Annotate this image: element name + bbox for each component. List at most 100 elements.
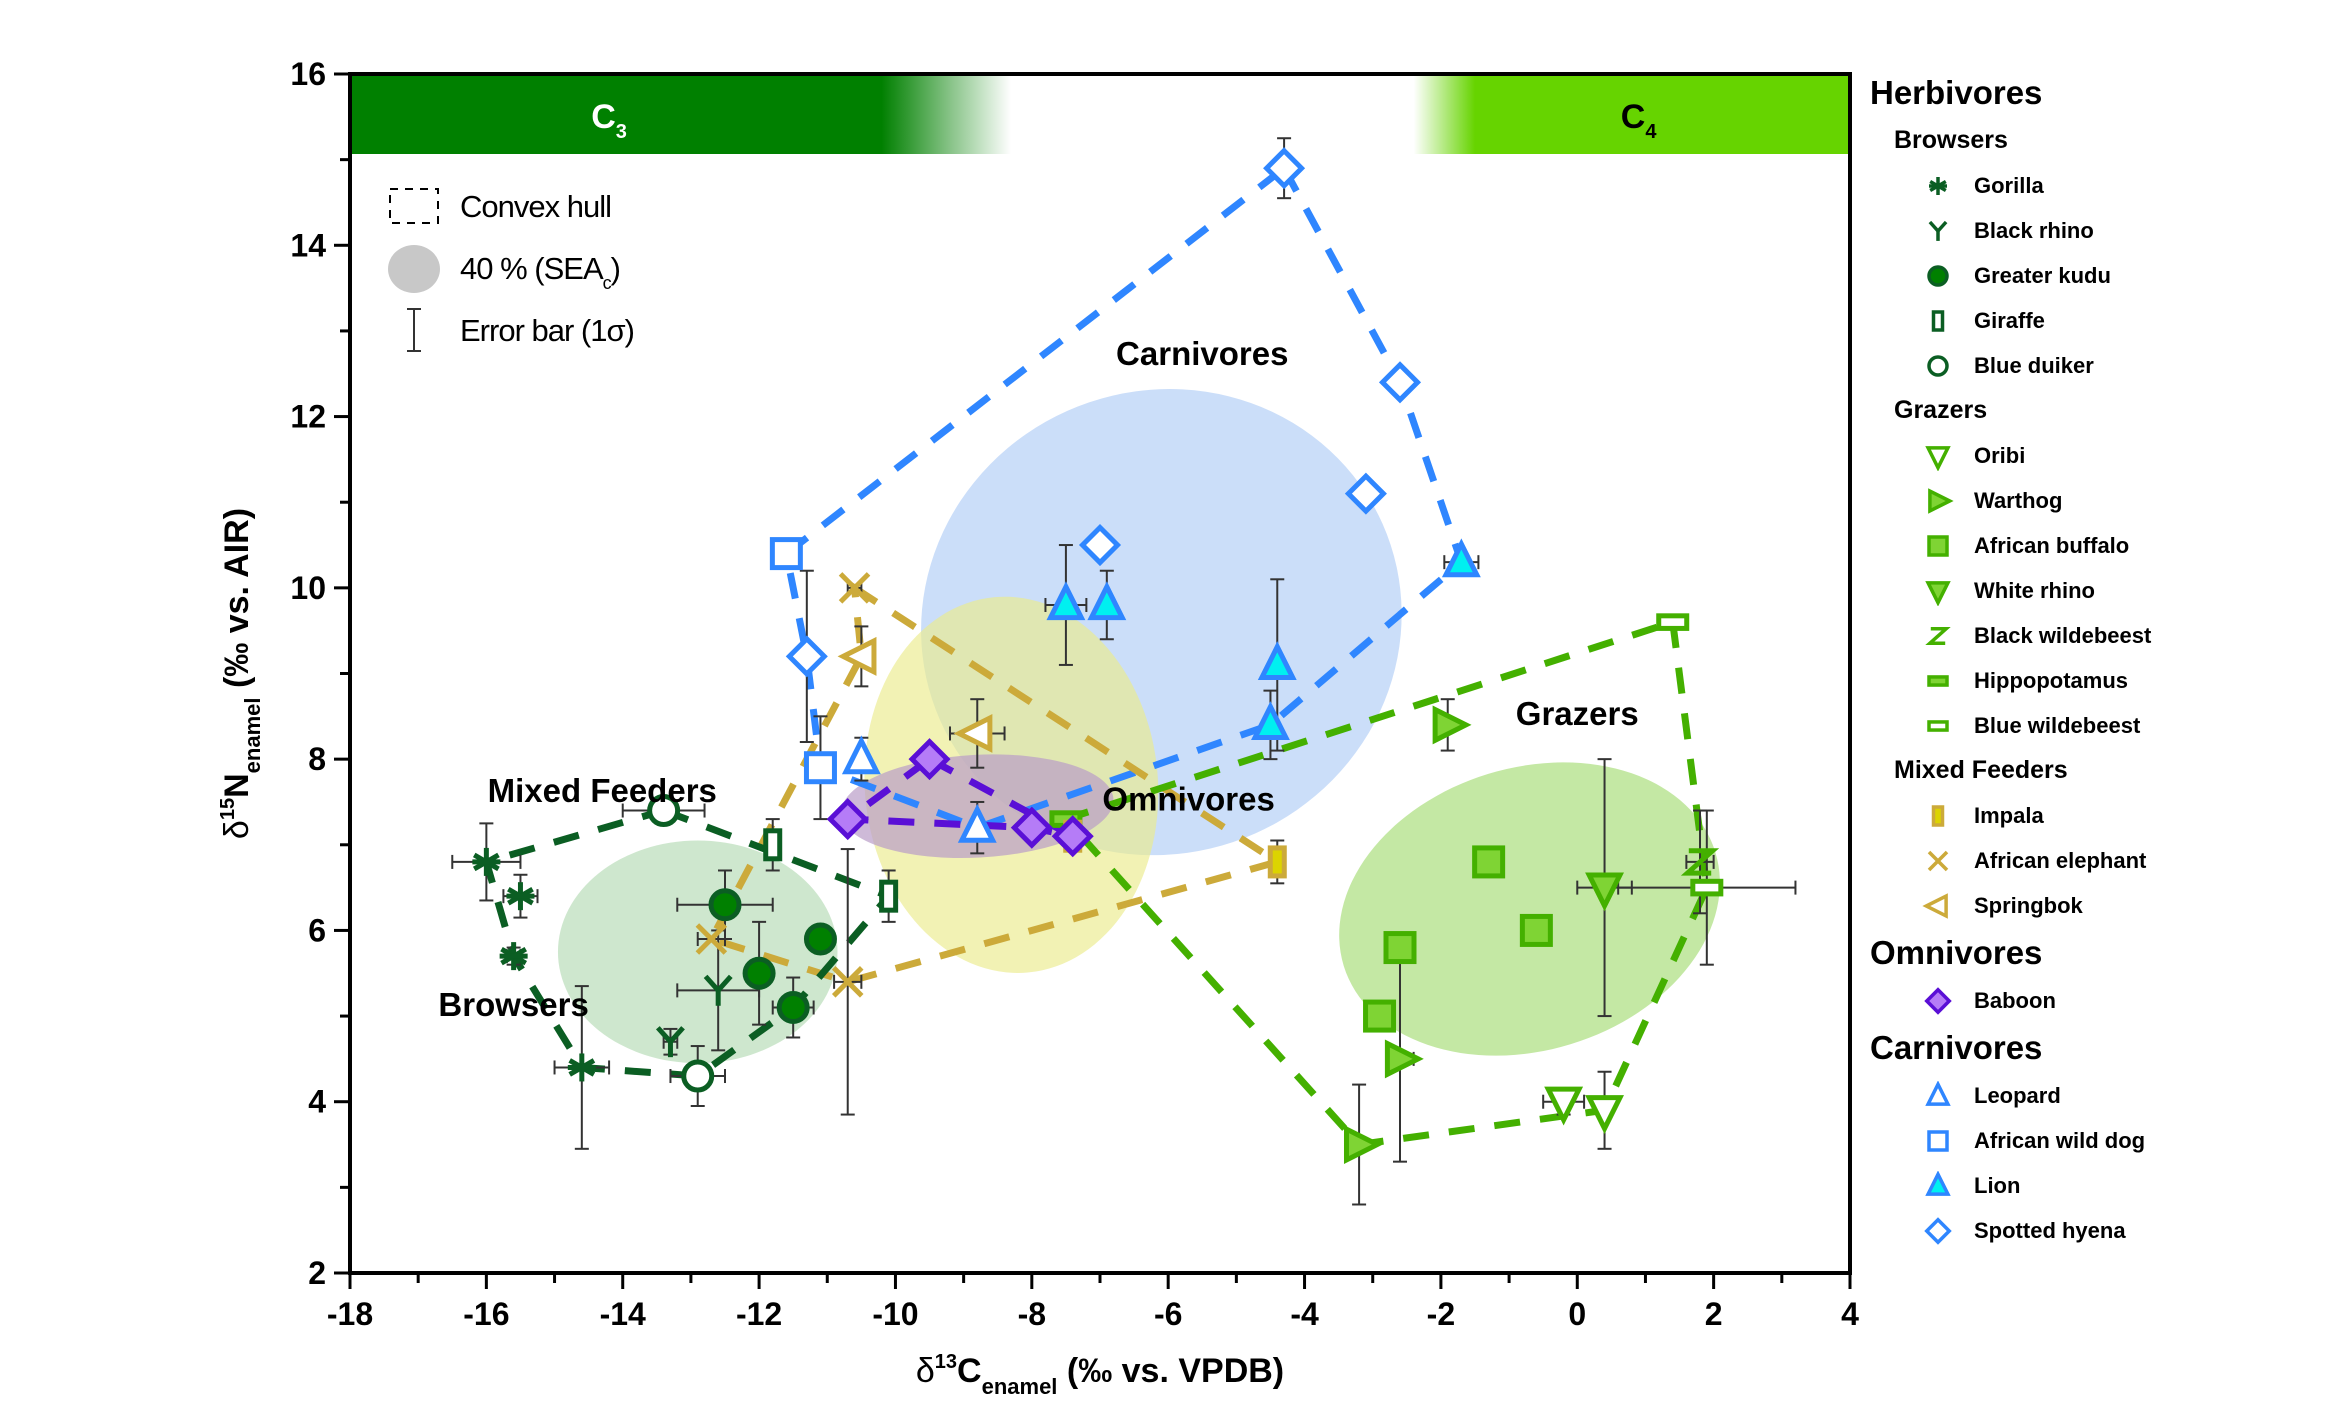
y-tick-label: 12 [290,399,326,435]
marker-impala [1267,845,1287,879]
legend-item-african-buffalo: African buffalo [1870,523,2151,568]
black-rhino-icon [1928,220,1948,241]
lion-marker [1925,1170,1951,1196]
legend-label: White rhino [1974,578,2095,603]
impala-icon [1931,804,1945,827]
african-wild-dog-marker [1927,1129,1949,1152]
legend-item-gorilla: Gorilla [1870,163,2151,208]
marker-greater-kudu [742,956,776,990]
marker-greater-kudu [776,991,810,1025]
legend-label: Black wildebeest [1974,623,2152,648]
legend-item-spotted-hyena: Spotted hyena [1870,1208,2151,1253]
marker-african-buffalo [1472,845,1506,879]
black-rhino-marker [1928,220,1948,241]
legend-heading-omnivores: Omnivores [1870,934,2043,971]
marker-greater-kudu [708,888,742,922]
blue-wildebeest-marker [1927,719,1949,732]
blue-duiker-marker [1927,354,1949,377]
marker-warthog [1384,1039,1424,1079]
legend-label: Gorilla [1974,173,2044,198]
legend-item-black-wildebeest: Black wildebeest [1870,613,2151,658]
marker-gorilla [506,882,535,911]
y-tick-label: 10 [290,570,326,606]
convex-hull-icon [389,188,439,224]
leopard-marker [1925,1080,1951,1106]
oribi-icon [1925,445,1951,471]
springbok-marker [1922,892,1948,919]
x-tick-label: -12 [736,1296,782,1332]
gorilla-icon [1929,176,1947,195]
marker-blue-wildebeest [1690,878,1724,897]
impala-marker [1931,804,1945,827]
legend-item-giraffe: Giraffe [1870,298,2151,343]
marker-spotted-hyena [785,635,828,678]
x-tick-label: 2 [1705,1296,1723,1332]
marker-african-buffalo [1383,931,1417,965]
scatter-chart: C3 C4 -18 -16 -14 -12 -10 -8 -6 -4 -2 0 2 4 2 4 6 8 10 12… [217,56,1859,1399]
legend-item-springbok: Springbok [1870,883,2151,928]
springbok-icon [1922,892,1948,919]
y-tick-label: 8 [308,741,326,777]
marker-greater-kudu [803,922,837,956]
marker-african-wild-dog [803,751,837,785]
black-wildebeest-icon [1925,626,1951,645]
x-tick-label: -4 [1290,1296,1319,1332]
blue-duiker-icon [1927,354,1949,377]
african-buffalo-icon [1927,534,1949,557]
legend-heading-carnivores: Carnivores [1870,1029,2043,1066]
legend-item-impala: Impala [1870,793,2151,838]
error-bar-icon [407,308,421,352]
x-axis-ticks: -18 -16 -14 -12 -10 -8 -6 -4 -2 0 2 4 [327,1273,1859,1332]
white-rhino-marker [1925,580,1951,606]
legend: Herbivores Browsers Gorilla Black rhino Grea… [1870,68,2151,1253]
y-tick-label: 14 [290,227,326,263]
y-axis-label: δ15Nenamel (‰ vs. AIR) [217,508,265,839]
marker-african-elephant [838,572,871,604]
sea-ellipse-icon [388,245,440,293]
group-label-browsers: Browsers [438,986,588,1023]
y-axis-ticks: 2 4 6 8 10 12 14 16 [290,56,350,1291]
group-label-carnivores: Carnivores [1116,335,1288,372]
marker-african-buffalo [1519,913,1553,947]
leopard-icon [1925,1080,1951,1106]
legend-item-blue-wildebeest: Blue wildebeest [1870,703,2151,748]
x-tick-label: -8 [1018,1296,1046,1332]
marker-spotted-hyena [1378,361,1422,404]
y-tick-label: 2 [308,1255,326,1291]
x-tick-label: -6 [1154,1296,1182,1332]
inset-legend-label: Convex hull [460,189,611,224]
inset-legend-label: Error bar (1σ) [460,313,634,348]
y-tick-label: 4 [308,1084,326,1120]
warthog-icon [1928,487,1954,514]
legend-subheading-mixed-feeders: Mixed Feeders [1894,756,2068,784]
legend-label: Impala [1974,803,2044,828]
marker-blue-duiker [681,1059,715,1093]
x-tick-label: -10 [872,1296,918,1332]
x-axis-label: δ13Cenamel (‰ vs. VPDB) [916,1351,1284,1399]
hippopotamus-marker [1927,674,1949,687]
gorilla-marker [1929,176,1947,195]
x-tick-label: -18 [327,1296,373,1332]
oribi-marker [1925,445,1951,471]
legend-subheading-browsers: Browsers [1894,126,2008,154]
legend-item-greater-kudu: Greater kudu [1870,253,2151,298]
giraffe-marker [1931,309,1945,332]
baboon-icon [1924,986,1952,1015]
legend-label: Lion [1974,1173,2021,1198]
greater-kudu-marker [1927,264,1949,287]
sea-ellipse-grazers [1339,762,1720,1056]
blue-wildebeest-icon [1927,719,1949,732]
group-label-grazers: Grazers [1516,695,1639,732]
african-buffalo-marker [1927,534,1949,557]
x-tick-label: -2 [1427,1296,1455,1332]
hippopotamus-icon [1927,674,1949,687]
marker-giraffe [763,828,783,862]
legend-item-black-rhino: Black rhino [1870,208,2151,253]
photosynthesis-bands: C3 C4 [350,76,1850,154]
group-label-omnivores: Omnivores [1102,781,1274,818]
spotted-hyena-marker [1924,1216,1952,1245]
marker-giraffe [879,879,899,913]
legend-item-african-elephant: African elephant [1870,838,2151,883]
marker-blue-wildebeest [1656,613,1690,631]
marker-warthog [1432,705,1472,745]
